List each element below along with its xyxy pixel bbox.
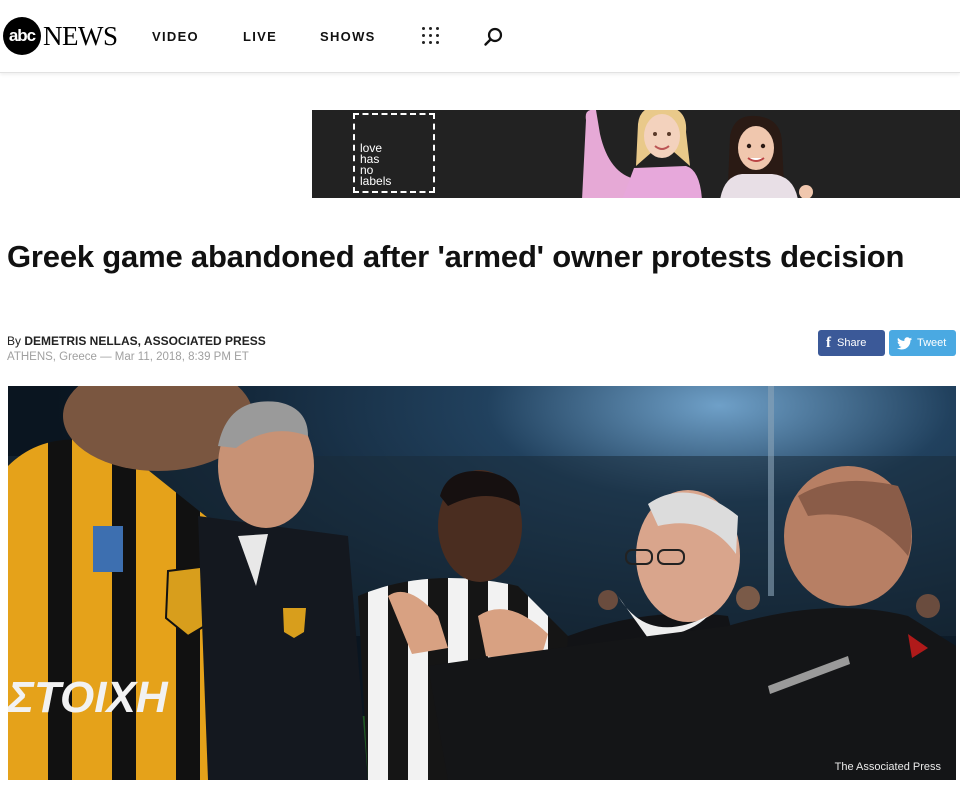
article-byline: By DEMETRIS NELLAS, ASSOCIATED PRESS (7, 334, 266, 348)
facebook-icon: f (826, 334, 831, 351)
article-dateline: ATHENS, Greece — Mar 11, 2018, 8:39 PM E… (7, 351, 249, 363)
abc-logo-mark: abc (3, 17, 41, 55)
search-icon[interactable] (483, 26, 505, 48)
grid-dots-icon[interactable] (422, 27, 440, 45)
top-navigation: abc NEWS VIDEO LIVE SHOWS (0, 0, 960, 73)
advertisement-banner[interactable]: love has no labels (312, 110, 960, 198)
photo-credit: The Associated Press (834, 761, 941, 773)
jersey-sponsor-text: ΣΤΟΙΧΗ (8, 673, 169, 722)
twitter-tweet-label: Tweet (917, 337, 947, 349)
nav-shows-link[interactable]: SHOWS (320, 29, 376, 44)
article-headline: Greek game abandoned after 'armed' owner… (7, 239, 905, 274)
article-lead-photo: ΣΤΟΙΧΗ The Associated Press (8, 386, 956, 780)
ad-child-image (582, 110, 702, 198)
photo-scene: ΣΤΟΙΧΗ (8, 386, 956, 780)
abc-news-logo[interactable]: abc NEWS (3, 17, 118, 55)
twitter-tweet-button[interactable]: Tweet (889, 330, 956, 356)
news-wordmark: NEWS (43, 20, 118, 51)
facebook-share-label: Share (837, 337, 867, 349)
twitter-bird-icon (897, 336, 912, 349)
ad-slogan: love has no labels (360, 141, 392, 188)
ad-child-image (720, 115, 813, 198)
byline-prefix: By (7, 334, 25, 348)
facebook-share-button[interactable]: f Share (818, 330, 885, 356)
nav-live-link[interactable]: LIVE (243, 29, 277, 44)
nav-video-link[interactable]: VIDEO (152, 29, 199, 44)
ad-logo-box: love has no labels (353, 113, 435, 193)
byline-author[interactable]: DEMETRIS NELLAS, ASSOCIATED PRESS (24, 334, 265, 348)
